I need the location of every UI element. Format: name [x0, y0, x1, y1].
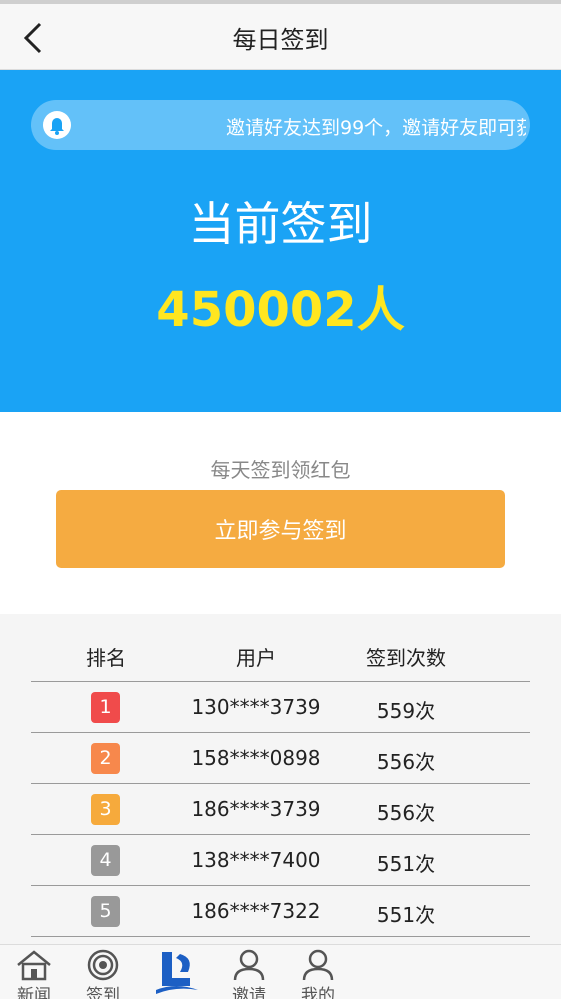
home-icon [17, 950, 51, 981]
table-row: 4 138****7400 551次 [31, 835, 530, 886]
leaderboard: 排名 用户 签到次数 1 130****3739 559次 2 158****0… [0, 614, 561, 944]
row-user: 186****3739 [191, 797, 321, 821]
tab-mine[interactable]: 我的 [288, 948, 348, 999]
row-user: 138****7400 [191, 848, 321, 872]
rank-badge: 2 [91, 743, 120, 774]
logo-icon [156, 952, 198, 994]
tab-home-logo[interactable] [146, 948, 206, 999]
rank-badge: 5 [91, 896, 120, 927]
table-row: 2 158****0898 556次 [31, 733, 530, 784]
tab-news[interactable]: 新闻 [4, 948, 64, 999]
row-times: 556次 [376, 750, 436, 774]
row-times: 556次 [376, 801, 436, 825]
table-row: 1 130****3739 559次 [31, 682, 530, 733]
tab-label: 邀请 [232, 986, 266, 999]
table-row: 5 186****7322 551次 [31, 886, 530, 937]
rank-badge: 3 [91, 794, 120, 825]
join-signin-button[interactable]: 立即参与签到 [56, 490, 505, 568]
tab-invite[interactable]: 邀请 [219, 948, 279, 999]
column-user: 用户 [236, 646, 276, 670]
top-bar: 每日签到 [0, 0, 561, 70]
signin-count: 450002人 [156, 282, 405, 338]
hero-label: 当前签到 [188, 197, 373, 251]
tab-signin[interactable]: 签到 [73, 948, 133, 999]
target-icon [87, 949, 119, 981]
column-rank: 排名 [86, 646, 126, 670]
table-row: 3 186****3739 556次 [31, 784, 530, 835]
user-icon [233, 949, 265, 981]
row-times: 551次 [376, 903, 436, 927]
page-title: 每日签到 [232, 26, 329, 54]
tab-label: 我的 [301, 986, 335, 999]
rank-badge: 1 [91, 692, 120, 723]
row-user: 186****7322 [191, 899, 321, 923]
leaderboard-header: 排名 用户 签到次数 [31, 638, 530, 682]
bottom-tab-bar: 新闻 签到 邀请 我的 [0, 944, 561, 999]
row-times: 559次 [376, 699, 436, 723]
row-times: 551次 [376, 852, 436, 876]
tab-label: 签到 [86, 986, 120, 999]
notice-bar[interactable]: 邀请好友达到99个，邀请好友即可获得奖励 [31, 100, 530, 150]
row-user: 130****3739 [191, 695, 321, 719]
notice-text: 邀请好友达到99个，邀请好友即可获得奖励 [226, 117, 526, 139]
rank-badge: 4 [91, 845, 120, 876]
bell-icon [43, 111, 71, 139]
signin-tip: 每天签到领红包 [210, 458, 351, 482]
tab-label: 新闻 [17, 986, 51, 999]
hero-panel: 邀请好友达到99个，邀请好友即可获得奖励 当前签到 450002人 [0, 70, 561, 412]
user-icon [302, 949, 334, 981]
column-times: 签到次数 [366, 646, 446, 670]
signin-section: 每天签到领红包 立即参与签到 [0, 412, 561, 614]
row-user: 158****0898 [191, 746, 321, 770]
